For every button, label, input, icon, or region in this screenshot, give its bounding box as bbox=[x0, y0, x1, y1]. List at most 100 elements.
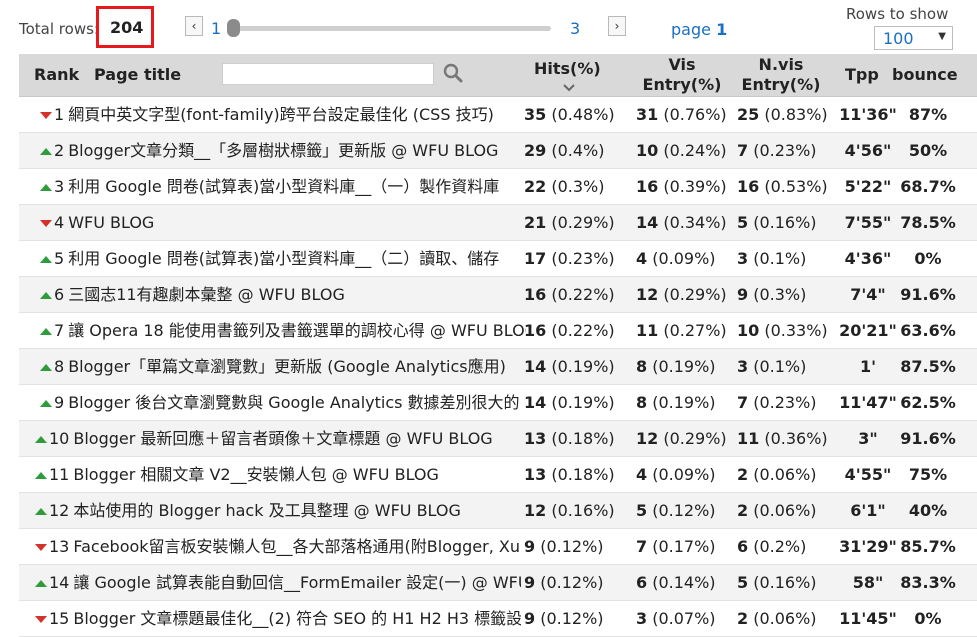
vis-entry-value: 12 bbox=[636, 285, 659, 304]
page-title-link[interactable]: WFU BLOG bbox=[68, 213, 154, 232]
title-cell[interactable]: 5 利用 Google 問卷(試算表)當小型資料庫__（二）讀取、儲存 bbox=[19, 241, 526, 276]
sort-desc-icon[interactable] bbox=[563, 84, 575, 92]
page-title-link[interactable]: Blogger 文章標題最佳化__(2) 符合 SEO 的 H1 H2 H3 標… bbox=[73, 609, 521, 628]
table-row[interactable]: 14 讓 Google 試算表能自動回信__FormEmailer 設定(一) @… bbox=[19, 565, 977, 601]
title-search-input[interactable] bbox=[222, 63, 434, 85]
table-row[interactable]: 7讓 Opera 18 能使用書籤列及書籤選單的調校心得 @ WFU BLOG 1… bbox=[19, 313, 977, 349]
hits-cell: 17 (0.23%) bbox=[524, 241, 640, 276]
page-title-link[interactable]: Blogger「單篇文章瀏覽數」更新版 (Google Analytics應用) bbox=[68, 357, 506, 376]
chevron-down-icon: ▼ bbox=[938, 31, 946, 42]
page-title-link[interactable]: Blogger文章分類__「多層樹狀標籤」更新版 @ WFU BLOG bbox=[68, 141, 498, 160]
search-icon[interactable] bbox=[443, 62, 463, 84]
page-title-link[interactable]: Facebook留言板安裝懶人包__各大部落格通用(附Blogger, Xuit… bbox=[73, 537, 521, 556]
table-row[interactable]: 2 Blogger文章分類__「多層樹狀標籤」更新版 @ WFU BLOG 29 (… bbox=[19, 133, 977, 169]
prev-page-button[interactable]: ‹ bbox=[185, 16, 203, 36]
nvis-entry-pct: (0.2%) bbox=[753, 537, 807, 556]
rank-value: 12 bbox=[49, 501, 70, 520]
page-title-link[interactable]: 讓 Opera 18 能使用書籤列及書籤選單的調校心得 @ WFU BLOG bbox=[68, 321, 526, 340]
trend-up-icon bbox=[40, 292, 52, 299]
bounce-value: 40% bbox=[908, 501, 948, 520]
page-title-link[interactable]: 本站使用的 Blogger hack 及工具整理 @ WFU BLOG bbox=[73, 501, 461, 520]
vis-entry-value: 31 bbox=[636, 105, 659, 124]
page-range-end[interactable]: 3 bbox=[570, 19, 580, 38]
page-title-link[interactable]: 三國志11有趣劇本彙整 @ WFU BLOG bbox=[68, 285, 345, 304]
title-cell[interactable]: 2 Blogger文章分類__「多層樹狀標籤」更新版 @ WFU BLOG bbox=[19, 133, 526, 168]
vis-entry-value: 4 bbox=[636, 465, 648, 484]
vis-entry-pct: (0.12%) bbox=[652, 501, 716, 520]
table-row[interactable]: 4 WFU BLOG 21 (0.29%) 14 (0.34%) 5 (0.16%) 7'… bbox=[19, 205, 977, 241]
title-cell[interactable]: 4 WFU BLOG bbox=[19, 205, 526, 240]
col-bounce[interactable]: bounce bbox=[892, 65, 958, 85]
next-page-button[interactable]: › bbox=[608, 16, 626, 36]
table-row[interactable]: 5 利用 Google 問卷(試算表)當小型資料庫__（二）讀取、儲存 17 (0.… bbox=[19, 241, 977, 277]
title-cell[interactable]: 7讓 Opera 18 能使用書籤列及書籤選單的調校心得 @ WFU BLOG bbox=[19, 313, 526, 348]
page-title-link[interactable]: 利用 Google 問卷(試算表)當小型資料庫__（一）製作資料庫 bbox=[68, 177, 499, 196]
page-title-link[interactable]: Blogger 後台文章瀏覽數與 Google Analytics 數據差別很大… bbox=[68, 393, 519, 412]
vis-entry-cell: 14 (0.34%) bbox=[636, 205, 744, 240]
table-header: Rank Page title Hits(%) Vis Entry(%) N.v… bbox=[19, 54, 977, 97]
vis-entry-cell: 16 (0.39%) bbox=[636, 169, 744, 204]
page-title-link[interactable]: 讓 Google 試算表能自動回信__FormEmailer 設定(一) @ W… bbox=[73, 573, 521, 592]
rows-to-show-select[interactable]: 100 ▼ bbox=[874, 26, 953, 50]
hits-value: 13 bbox=[524, 429, 547, 448]
title-cell[interactable]: 13 Facebook留言板安裝懶人包__各大部落格通用(附Blogger, Xu… bbox=[19, 529, 521, 564]
title-cell[interactable]: 11 Blogger 相關文章 V2__安裝懶人包 @ WFU BLOG bbox=[19, 457, 521, 492]
hits-pct: (0.12%) bbox=[540, 573, 604, 592]
page-slider-track[interactable] bbox=[233, 26, 551, 31]
title-cell[interactable]: 8 Blogger「單篇文章瀏覽數」更新版 (Google Analytics應用… bbox=[19, 349, 526, 384]
table-row[interactable]: 13 Facebook留言板安裝懶人包__各大部落格通用(附Blogger, Xu… bbox=[19, 529, 977, 565]
vis-entry-pct: (0.19%) bbox=[652, 357, 716, 376]
rank-value: 13 bbox=[49, 537, 70, 556]
table-row[interactable]: 15 Blogger 文章標題最佳化__(2) 符合 SEO 的 H1 H2 H3… bbox=[19, 601, 977, 637]
nvis-entry-value: 3 bbox=[737, 357, 749, 376]
page-title-link[interactable]: 網頁中英文字型(font-family)跨平台設定最佳化 (CSS 技巧) bbox=[68, 105, 494, 124]
table-row[interactable]: 9 Blogger 後台文章瀏覽數與 Google Analytics 數據差別很… bbox=[19, 385, 977, 421]
title-cell[interactable]: 10 Blogger 最新回應＋留言者頭像＋文章標題 @ WFU BLOG bbox=[19, 421, 521, 456]
col-nvis-entry[interactable]: N.vis Entry(%) bbox=[739, 55, 823, 95]
col-vis-entry[interactable]: Vis Entry(%) bbox=[640, 55, 724, 95]
hits-pct: (0.4%) bbox=[551, 141, 605, 160]
bounce-value: 87.5% bbox=[900, 357, 956, 376]
hits-pct: (0.12%) bbox=[540, 537, 604, 556]
rows-to-show-value: 100 bbox=[883, 29, 914, 48]
page-indicator-label: page bbox=[671, 20, 711, 39]
table-row[interactable]: 11 Blogger 相關文章 V2__安裝懶人包 @ WFU BLOG 13 (0… bbox=[19, 457, 977, 493]
rank-value: 15 bbox=[49, 609, 70, 628]
table-row[interactable]: 3 利用 Google 問卷(試算表)當小型資料庫__（一）製作資料庫 22 (0.… bbox=[19, 169, 977, 205]
hits-value: 29 bbox=[524, 141, 547, 160]
table-row[interactable]: 8 Blogger「單篇文章瀏覽數」更新版 (Google Analytics應用… bbox=[19, 349, 977, 385]
col-rank[interactable]: Rank bbox=[34, 65, 79, 85]
page-title-link[interactable]: Blogger 最新回應＋留言者頭像＋文章標題 @ WFU BLOG bbox=[73, 429, 492, 448]
title-cell[interactable]: 12 本站使用的 Blogger hack 及工具整理 @ WFU BLOG bbox=[19, 493, 521, 528]
page-range-start[interactable]: 1 bbox=[211, 19, 221, 38]
trend-up-icon bbox=[40, 256, 52, 263]
title-cell[interactable]: 9 Blogger 後台文章瀏覽數與 Google Analytics 數據差別很… bbox=[19, 385, 526, 420]
hits-cell: 21 (0.29%) bbox=[524, 205, 640, 240]
page-indicator: page 1 bbox=[671, 20, 727, 39]
page-title-link[interactable]: 利用 Google 問卷(試算表)當小型資料庫__（二）讀取、儲存 bbox=[68, 249, 499, 268]
title-cell[interactable]: 1 網頁中英文字型(font-family)跨平台設定最佳化 (CSS 技巧) bbox=[19, 97, 526, 132]
title-cell[interactable]: 6 三國志11有趣劇本彙整 @ WFU BLOG bbox=[19, 277, 526, 312]
table-row[interactable]: 1 網頁中英文字型(font-family)跨平台設定最佳化 (CSS 技巧) 35… bbox=[19, 97, 977, 133]
table-row[interactable]: 6 三國志11有趣劇本彙整 @ WFU BLOG 16 (0.22%) 12 (0.2… bbox=[19, 277, 977, 313]
page-title-link[interactable]: Blogger 相關文章 V2__安裝懶人包 @ WFU BLOG bbox=[73, 465, 439, 484]
hits-pct: (0.48%) bbox=[551, 105, 615, 124]
nvis-entry-value: 6 bbox=[737, 537, 749, 556]
table-row[interactable]: 10 Blogger 最新回應＋留言者頭像＋文章標題 @ WFU BLOG 13 (… bbox=[19, 421, 977, 457]
col-tpp[interactable]: Tpp bbox=[845, 65, 879, 85]
bounce-value: 63.6% bbox=[900, 321, 956, 340]
title-cell[interactable]: 14 讓 Google 試算表能自動回信__FormEmailer 設定(一) @… bbox=[19, 565, 521, 600]
bounce-value: 87% bbox=[908, 105, 948, 124]
nvis-entry-value: 5 bbox=[737, 213, 749, 232]
vis-entry-value: 11 bbox=[636, 321, 659, 340]
page-slider-thumb[interactable] bbox=[227, 19, 240, 37]
vis-entry-pct: (0.09%) bbox=[652, 465, 716, 484]
table-row[interactable]: 12 本站使用的 Blogger hack 及工具整理 @ WFU BLOG 12 … bbox=[19, 493, 977, 529]
title-cell[interactable]: 15 Blogger 文章標題最佳化__(2) 符合 SEO 的 H1 H2 H3… bbox=[19, 601, 521, 636]
col-hits[interactable]: Hits(%) bbox=[534, 59, 601, 79]
trend-down-icon bbox=[35, 616, 47, 623]
col-page-title[interactable]: Page title bbox=[94, 65, 181, 85]
col-nvis-entry-line2: Entry(%) bbox=[741, 75, 821, 94]
title-cell[interactable]: 3 利用 Google 問卷(試算表)當小型資料庫__（一）製作資料庫 bbox=[19, 169, 526, 204]
vis-entry-pct: (0.34%) bbox=[663, 213, 727, 232]
